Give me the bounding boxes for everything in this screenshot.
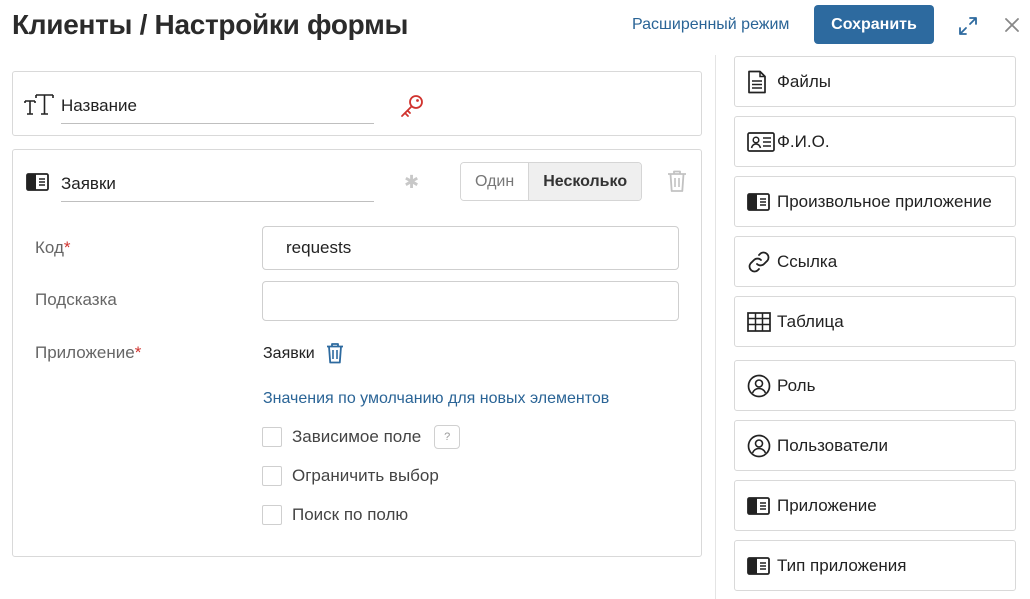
code-input[interactable] (262, 226, 679, 270)
id-card-icon (747, 131, 775, 152)
hint-label: Подсказка (35, 290, 117, 309)
field-search-label: Поиск по полю (292, 505, 409, 524)
mode-multiple-button[interactable]: Несколько (528, 163, 642, 200)
required-toggle-icon[interactable]: ✱ (404, 172, 419, 193)
palette-item-label: Роль (777, 375, 816, 395)
default-values-link[interactable]: Значения по умолчанию для новых элементо… (263, 390, 609, 408)
user-circle-icon (747, 434, 771, 457)
palette-item-role[interactable]: Роль (734, 360, 1016, 411)
app-icon (26, 173, 49, 191)
palette-item-label: Произвольное приложение (777, 191, 992, 211)
palette-item-full-name[interactable]: Ф.И.О. (734, 116, 1016, 167)
dependent-field-option: Зависимое поле ? (262, 425, 461, 449)
palette-item-files[interactable]: Файлы (734, 56, 1016, 107)
remove-app-icon[interactable] (325, 342, 345, 364)
app-label: Приложение* (35, 343, 142, 362)
palette-item-label: Файлы (777, 71, 832, 91)
file-icon (748, 70, 766, 93)
cardinality-toggle: Один Несколько (460, 162, 643, 201)
dependent-field-label: Зависимое поле (292, 427, 422, 446)
key-icon[interactable] (398, 93, 426, 121)
palette-item-label: Ссылка (777, 251, 838, 271)
limit-choice-checkbox[interactable] (262, 466, 282, 486)
palette-item-users[interactable]: Пользователи (734, 420, 1016, 471)
field-search-option: Поиск по полю (262, 505, 408, 525)
palette-item-app-type[interactable]: Тип приложения (734, 540, 1016, 591)
page-title: Клиенты / Настройки формы (12, 9, 409, 40)
close-icon[interactable] (1002, 15, 1022, 35)
field-search-checkbox[interactable] (262, 505, 282, 525)
app-icon (747, 192, 770, 211)
palette-item-application[interactable]: Приложение (734, 480, 1016, 531)
palette-item-label: Ф.И.О. (777, 131, 830, 151)
palette-item-label: Тип приложения (777, 555, 907, 575)
requests-field-input[interactable] (61, 170, 374, 202)
panel-divider (715, 55, 716, 599)
limit-choice-label: Ограничить выбор (292, 466, 439, 485)
palette-item-table[interactable]: Таблица (734, 296, 1016, 347)
user-circle-icon (747, 374, 771, 397)
mode-single-button[interactable]: Один (461, 163, 529, 200)
delete-field-icon[interactable] (666, 169, 688, 193)
link-icon (748, 251, 770, 272)
palette-item-custom-app[interactable]: Произвольное приложение (734, 176, 1016, 227)
palette-item-label: Пользователи (777, 435, 888, 455)
palette-item-link[interactable]: Ссылка (734, 236, 1016, 287)
table-icon (747, 311, 771, 332)
advanced-mode-link[interactable]: Расширенный режим (632, 16, 789, 34)
hint-input[interactable] (262, 281, 679, 321)
palette-item-label: Таблица (777, 311, 844, 331)
app-icon (747, 496, 770, 515)
dependent-field-checkbox[interactable] (262, 427, 282, 447)
palette-item-label: Приложение (777, 495, 877, 515)
name-field-input[interactable] (61, 92, 374, 124)
text-type-icon (24, 94, 54, 115)
limit-choice-option: Ограничить выбор (262, 466, 439, 486)
code-label: Код* (35, 238, 71, 257)
save-button[interactable]: Сохранить (814, 5, 934, 44)
app-value: Заявки (263, 345, 315, 362)
expand-icon[interactable] (957, 15, 979, 37)
help-icon[interactable]: ? (434, 425, 461, 449)
app-icon (747, 556, 770, 575)
